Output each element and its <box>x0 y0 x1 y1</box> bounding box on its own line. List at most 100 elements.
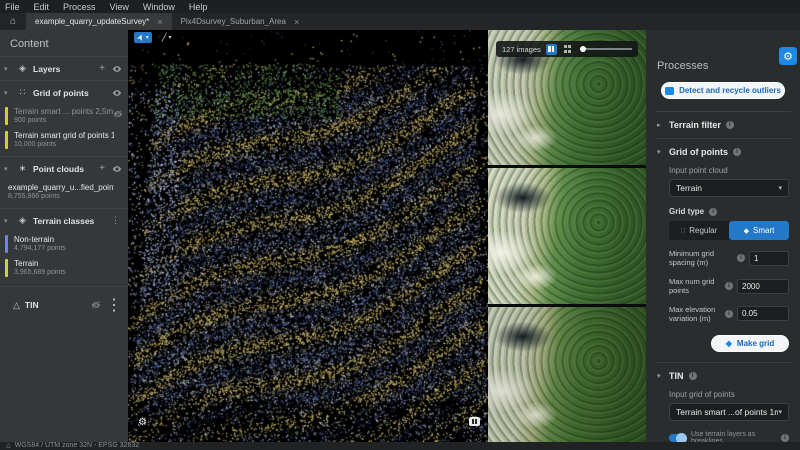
grid-type-label: Grid type <box>669 207 704 216</box>
section-label: Point clouds <box>33 164 92 174</box>
regular-option[interactable]: ∷ Regular <box>669 221 729 240</box>
measure-tool-button[interactable]: ╱ ▾ <box>159 32 175 43</box>
min-grid-spacing-label: Minimum grid spacing (m) <box>669 249 733 268</box>
layer-color-bar <box>5 107 8 125</box>
layer-color-bar <box>5 131 8 149</box>
tab-suburban-area[interactable]: Pix4Dsurvey_Suburban_Area × <box>172 13 309 30</box>
info-icon[interactable]: i <box>737 254 745 262</box>
input-grid-of-points-select[interactable]: Terrain smart ...of points 1m 1 ▾ <box>669 403 789 421</box>
section-tin[interactable]: △ TIN ⋮ <box>0 286 128 323</box>
viewport-toolbar: ➤ ▾ ╱ ▾ <box>134 32 175 43</box>
class-color-bar <box>5 259 8 277</box>
eye-icon[interactable] <box>112 165 122 173</box>
info-icon[interactable]: i <box>733 148 741 156</box>
settings-gear-button[interactable]: ⚙ <box>779 47 797 65</box>
section-point-clouds[interactable]: ▾ ∗ Point clouds + <box>0 156 128 180</box>
menu-file[interactable]: File <box>5 2 20 12</box>
chevron-down-icon[interactable]: ▾ <box>169 34 172 41</box>
tab-label: example_quarry_updateSurvey* <box>35 17 149 26</box>
max-num-grid-points-input[interactable] <box>737 279 789 294</box>
chevron-down-icon[interactable]: ▾ <box>4 89 12 97</box>
chevron-down-icon[interactable]: ▾ <box>657 372 664 380</box>
viewport-3d[interactable]: ➤ ▾ ╱ ▾ ⚙ <box>128 30 488 442</box>
chevron-down-icon[interactable]: ▾ <box>4 65 12 73</box>
aerial-image-thumbnail[interactable] <box>488 168 646 303</box>
kebab-menu-icon[interactable]: ⋮ <box>106 295 122 315</box>
item-name: Non-terrain <box>14 235 114 244</box>
chevron-down-icon[interactable]: ▾ <box>4 165 12 173</box>
info-icon[interactable]: i <box>689 372 697 380</box>
eye-icon[interactable] <box>112 89 122 97</box>
chevron-down-icon[interactable]: ▾ <box>146 34 149 41</box>
thumbnail-size-slider[interactable] <box>580 48 632 50</box>
section-tin-process: ▾ TIN i Input grid of points Terrain sma… <box>655 362 791 450</box>
detect-outliers-button[interactable]: Detect and recycle outliers <box>661 82 785 99</box>
info-icon[interactable]: i <box>709 208 717 216</box>
info-icon[interactable]: i <box>725 310 733 318</box>
menu-bar: File Edit Process View Window Help <box>0 0 800 13</box>
item-name: Terrain smart grid of points 1m 1 <box>14 131 114 140</box>
eye-off-icon[interactable] <box>113 110 123 118</box>
make-grid-button[interactable]: ◆ Make grid <box>711 335 789 352</box>
close-icon[interactable]: × <box>294 17 299 27</box>
section-terrain-filter[interactable]: ▸ Terrain filter i <box>655 111 791 138</box>
menu-view[interactable]: View <box>110 2 129 12</box>
home-icon: ⌂ <box>10 16 16 27</box>
info-icon[interactable]: i <box>725 282 733 290</box>
tab-example-quarry[interactable]: example_quarry_updateSurvey* × <box>26 13 172 30</box>
menu-help[interactable]: Help <box>189 2 208 12</box>
item-name: example_quarry_u...fied_point_cloud <box>8 183 114 192</box>
item-count: 3,965,689 points <box>14 269 114 276</box>
chevron-down-icon[interactable]: ▾ <box>4 217 12 225</box>
section-label: Grid of points <box>33 88 107 98</box>
list-view-button[interactable] <box>546 44 557 55</box>
section-layers[interactable]: ▾ ◈ Layers + <box>0 56 128 80</box>
item-count: 8,755,866 points <box>8 193 114 200</box>
aerial-image-thumbnail[interactable] <box>488 307 646 442</box>
slider-knob[interactable] <box>580 46 586 52</box>
item-count: 4,794,177 points <box>14 245 114 252</box>
point-cloud-canvas[interactable] <box>128 30 488 442</box>
smart-option[interactable]: ◆ Smart <box>729 221 789 240</box>
chevron-down-icon: ▾ <box>778 184 782 192</box>
section-terrain-classes[interactable]: ▾ ◈ Terrain classes ⋮ <box>0 208 128 232</box>
menu-window[interactable]: Window <box>143 2 175 12</box>
section-header[interactable]: ▾ Grid of points i <box>657 147 789 157</box>
button-label: Make grid <box>737 339 774 348</box>
item-name: Terrain <box>14 259 114 268</box>
select-tool-button[interactable]: ➤ ▾ <box>134 32 152 43</box>
gear-icon: ⚙ <box>783 50 793 63</box>
section-label: TIN <box>25 300 86 310</box>
item-count: 10,000 points <box>14 141 114 148</box>
list-item-point-cloud[interactable]: example_quarry_u...fied_point_cloud 8,75… <box>0 180 128 204</box>
regular-grid-icon: ∷ <box>681 227 685 235</box>
min-grid-spacing-input[interactable] <box>749 251 789 266</box>
chevron-down-icon[interactable]: ▾ <box>657 148 664 156</box>
section-grid-of-points[interactable]: ▾ ∷ Grid of points <box>0 80 128 104</box>
menu-edit[interactable]: Edit <box>34 2 50 12</box>
eye-off-icon[interactable] <box>91 301 101 309</box>
list-item-terrain[interactable]: Terrain 3,965,689 points <box>0 256 128 280</box>
outliers-icon <box>665 87 674 95</box>
panel-resize-handle[interactable] <box>469 417 480 426</box>
kebab-menu-icon[interactable]: ⋮ <box>109 215 122 226</box>
list-item-non-terrain[interactable]: Non-terrain 4,794,177 points <box>0 232 128 256</box>
menu-process[interactable]: Process <box>63 2 96 12</box>
viewport-settings-gear-icon[interactable]: ⚙ <box>138 417 147 428</box>
list-item-grid-1m[interactable]: Terrain smart grid of points 1m 1 10,000… <box>0 128 128 152</box>
close-icon[interactable]: × <box>157 17 162 27</box>
info-icon[interactable]: i <box>726 121 734 129</box>
add-point-cloud-button[interactable]: + <box>97 163 107 174</box>
add-layer-button[interactable]: + <box>97 63 107 74</box>
eye-icon[interactable] <box>112 65 122 73</box>
input-point-cloud-select[interactable]: Terrain ▾ <box>669 179 789 197</box>
grid-view-button[interactable] <box>562 44 573 55</box>
chevron-right-icon[interactable]: ▸ <box>657 121 664 129</box>
section-header[interactable]: ▾ TIN i <box>657 371 789 381</box>
home-button[interactable]: ⌂ <box>0 13 26 30</box>
max-elevation-variation-input[interactable] <box>737 306 789 321</box>
grid-of-points-icon: ∷ <box>17 87 28 98</box>
list-item-grid-2-5m[interactable]: Terrain smart ... points 2,5m 1 900 poin… <box>0 104 128 128</box>
section-grid-of-points-process: ▾ Grid of points i Input point cloud Ter… <box>655 138 791 362</box>
image-strip-panel: 127 images <box>488 30 646 442</box>
